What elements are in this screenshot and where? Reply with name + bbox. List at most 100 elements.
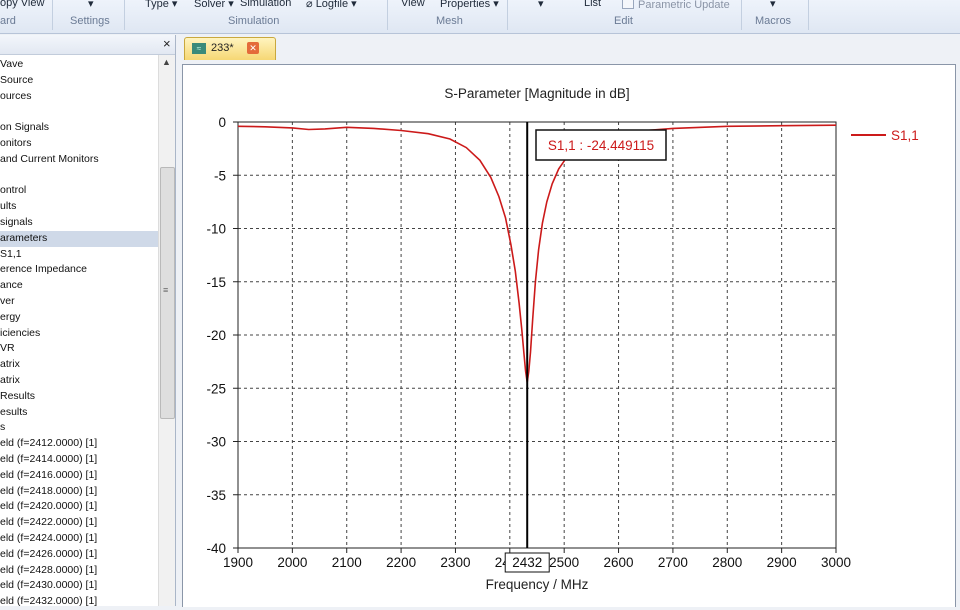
tree-item[interactable]: s [0, 420, 158, 436]
tree-item[interactable]: erence Impedance [0, 262, 158, 278]
tree-item[interactable]: eld (f=2420.0000) [1] [0, 499, 158, 515]
copy-view-button[interactable]: opy View [0, 0, 44, 9]
tree-item[interactable]: esults [0, 405, 158, 421]
plot-area-border [237, 121, 837, 549]
x-tick-label: 2800 [712, 555, 742, 570]
tree-item[interactable]: eld (f=2430.0000) [1] [0, 578, 158, 594]
y-tick-label: -30 [206, 435, 226, 450]
result-plot-icon: ≈ [192, 43, 206, 54]
tree-header: × [0, 35, 175, 55]
close-icon[interactable]: × [163, 36, 171, 51]
x-tick-label: 1900 [223, 555, 253, 570]
divider [387, 0, 388, 30]
y-tick-label: -25 [206, 381, 226, 396]
tree-item[interactable]: ver [0, 294, 158, 310]
scroll-up-icon[interactable]: ▲ [162, 57, 171, 67]
y-tick-label: -5 [214, 168, 226, 183]
tab-document[interactable]: ≈ 233* ✕ [184, 37, 276, 60]
logfile-button[interactable]: ⌀ Logfile ▾ [306, 0, 357, 10]
x-tick-label: 2600 [604, 555, 634, 570]
ribbon-toolbar: opy View ▾ Type ▾ Solver ▾ Simulation ⌀ … [0, 0, 960, 34]
legend-label: S1,1 [891, 128, 919, 143]
tree-item[interactable]: onitors [0, 136, 158, 152]
tree-item[interactable]: and Current Monitors [0, 152, 158, 168]
view-button[interactable]: View [401, 0, 425, 9]
tree-item[interactable]: arameters [0, 230, 158, 247]
divider [808, 0, 809, 30]
tree-item[interactable]: on Signals [0, 120, 158, 136]
tree-item[interactable]: ergy [0, 310, 158, 326]
divider [507, 0, 508, 30]
x-tick-label: 2300 [440, 555, 470, 570]
series-line-s11 [237, 124, 837, 383]
divider [124, 0, 125, 30]
ribbon-group-label: Simulation [228, 15, 280, 27]
type-button[interactable]: Type ▾ [145, 0, 177, 10]
y-tick-label: 0 [218, 115, 226, 130]
tree-item[interactable]: ontrol [0, 183, 158, 199]
edit-dropdown-icon[interactable]: ▾ [538, 0, 544, 10]
close-tab-icon[interactable]: ✕ [247, 42, 259, 54]
x-axis-label: Frequency / MHz [486, 577, 589, 592]
x-tick-label: 2100 [332, 555, 362, 570]
macros-dropdown-icon[interactable]: ▾ [770, 0, 776, 10]
tree-item[interactable]: eld (f=2424.0000) [1] [0, 531, 158, 547]
tree-item[interactable]: eld (f=2412.0000) [1] [0, 436, 158, 452]
tree-item[interactable] [0, 104, 158, 120]
x-tick-label: 2200 [386, 555, 416, 570]
tree-item[interactable]: eld (f=2428.0000) [1] [0, 563, 158, 579]
navigation-tree-panel: × Vave Source ources on Signals onitors and C… [0, 35, 176, 607]
list-button[interactable]: List [584, 0, 601, 9]
parametric-update-icon [622, 0, 634, 9]
ribbon-group-label: Macros [755, 15, 792, 27]
y-tick-label: -40 [206, 541, 226, 556]
tree-item[interactable]: Results [0, 389, 158, 405]
ribbon-group-label: Settings [70, 15, 110, 27]
tree-item[interactable]: eld (f=2414.0000) [1] [0, 452, 158, 468]
properties-button[interactable]: Properties ▾ [440, 0, 499, 10]
tree-item[interactable]: eld (f=2418.0000) [1] [0, 484, 158, 500]
tab-label: 233* [211, 42, 234, 54]
grip-icon: ≡ [163, 285, 169, 295]
tree-item[interactable]: ults [0, 199, 158, 215]
solver-button[interactable]: Solver ▾ [194, 0, 234, 10]
tree-item[interactable]: signals [0, 215, 158, 231]
tree-item[interactable]: ance [0, 278, 158, 294]
tree-item[interactable]: ources [0, 89, 158, 105]
parametric-update-button[interactable]: Parametric Update [622, 0, 730, 11]
tree-item[interactable]: iciencies [0, 326, 158, 342]
x-tick-label: 2900 [767, 555, 797, 570]
plot-window: 1900200021002200230024002500260027002800… [182, 64, 956, 607]
tree-item[interactable] [0, 168, 158, 184]
x-tick-label: 2700 [658, 555, 688, 570]
tree-item[interactable]: eld (f=2426.0000) [1] [0, 547, 158, 563]
tree-scrollbar[interactable]: ▲ ≡ [158, 55, 175, 606]
marker-annotation-text: S1,1 : -24.449115 [548, 138, 654, 153]
tree-item[interactable]: eld (f=2422.0000) [1] [0, 515, 158, 531]
ribbon-group-label: Edit [614, 15, 633, 27]
y-tick-label: -15 [206, 275, 226, 290]
simulation-button[interactable]: Simulation [240, 0, 291, 9]
tree-list: Vave Source ources on Signals onitors and Cur… [0, 57, 158, 610]
chart-title: S-Parameter [Magnitude in dB] [444, 86, 629, 101]
s-parameter-chart: 1900200021002200230024002500260027002800… [206, 86, 919, 592]
settings-dropdown-icon[interactable]: ▾ [88, 0, 94, 10]
y-tick-label: -35 [206, 488, 226, 503]
marker-x-label: 2432 [512, 555, 542, 570]
x-tick-label: 2500 [549, 555, 579, 570]
x-tick-label: 3000 [821, 555, 851, 570]
ribbon-group-label: ard [0, 15, 16, 27]
ribbon-group-label: Mesh [436, 15, 463, 27]
tree-item[interactable]: atrix [0, 373, 158, 389]
y-tick-label: -10 [206, 222, 226, 237]
tree-item[interactable]: Source [0, 73, 158, 89]
tree-item[interactable]: eld (f=2432.0000) [1] [0, 594, 158, 610]
x-tick-label: 2000 [277, 555, 307, 570]
tree-item[interactable]: S1,1 [0, 247, 158, 263]
tree-item[interactable]: eld (f=2416.0000) [1] [0, 468, 158, 484]
paperclip-icon: ⌀ [306, 0, 313, 10]
tree-item[interactable]: VR [0, 341, 158, 357]
document-tabstrip: ≈ 233* ✕ [178, 35, 960, 61]
tree-item[interactable]: Vave [0, 57, 158, 73]
tree-item[interactable]: atrix [0, 357, 158, 373]
